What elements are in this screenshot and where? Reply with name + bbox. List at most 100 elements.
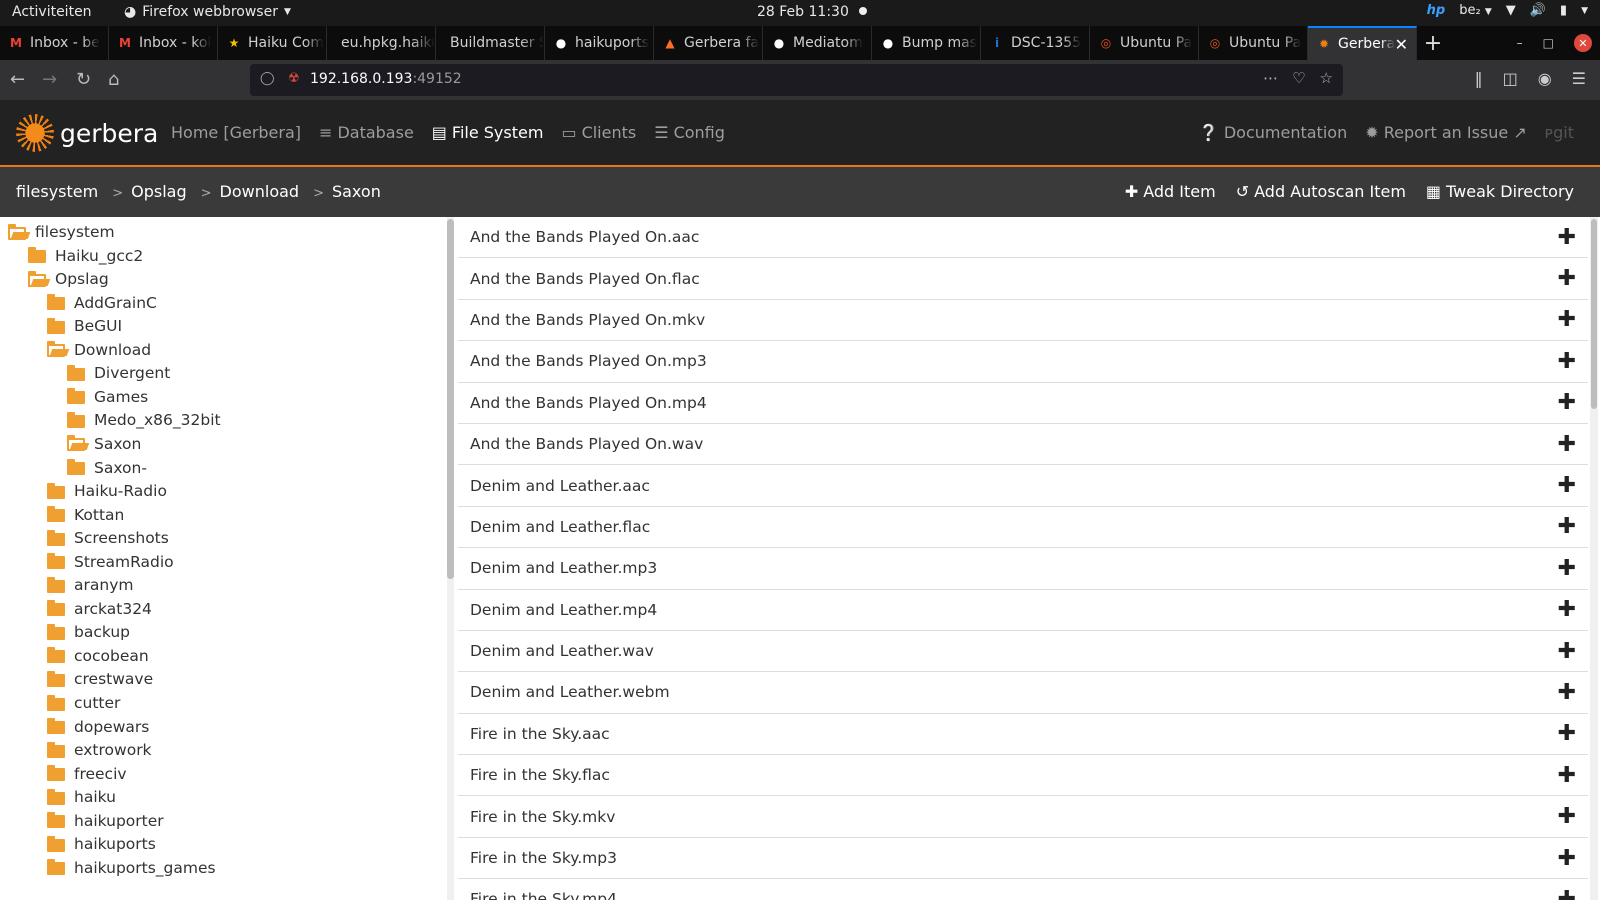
tree-node[interactable]: backup [47, 620, 130, 644]
browser-tab[interactable]: ◎ Ubuntu Pa [1090, 26, 1199, 60]
tree-node[interactable]: arckat324 [47, 597, 152, 621]
tree-node[interactable]: Haiku_gcc2 [28, 244, 143, 268]
back-button[interactable]: ← [10, 69, 25, 90]
activities-button[interactable]: Activiteiten [12, 4, 92, 20]
file-row[interactable]: Fire in the Sky.mp3 ✚ [458, 838, 1588, 880]
tree-node[interactable]: StreamRadio [47, 550, 174, 574]
browser-tab[interactable]: ✹ Gerbera ✕ [1308, 26, 1417, 60]
tree-node[interactable]: Haiku-Radio [47, 479, 167, 503]
browser-tab[interactable]: eu.hpkg.haiku [327, 26, 436, 60]
tree-scrollbar[interactable] [447, 217, 454, 900]
menu-item[interactable]: ≡ Database [319, 123, 414, 142]
app-menu[interactable]: ◕ Firefox webbrowser ▼ [124, 4, 291, 20]
browser-tab[interactable]: ◎ Ubuntu Pa [1199, 26, 1308, 60]
pocket-icon[interactable]: ♡ [1292, 69, 1305, 87]
menu-item[interactable]: Home [Gerbera] [171, 123, 301, 142]
tree-node[interactable]: aranym [47, 573, 133, 597]
file-row[interactable]: Fire in the Sky.mkv ✚ [458, 796, 1588, 838]
add-file-plus-icon[interactable]: ✚ [1558, 846, 1576, 871]
file-list-scrollbar[interactable] [1590, 217, 1598, 900]
add-file-plus-icon[interactable]: ✚ [1558, 390, 1576, 415]
tree-node[interactable]: Saxon- [67, 456, 147, 480]
file-list-scrollbar-thumb[interactable] [1591, 219, 1597, 409]
file-row[interactable]: And the Bands Played On.mp3 ✚ [458, 341, 1588, 383]
browser-tab[interactable]: ● Mediatom [763, 26, 872, 60]
hp-icon[interactable]: hp [1427, 3, 1446, 18]
file-row[interactable]: Denim and Leather.aac ✚ [458, 465, 1588, 507]
tree-node[interactable]: AddGrainC [47, 291, 157, 315]
close-icon[interactable]: ✕ [1395, 35, 1408, 54]
add-file-plus-icon[interactable]: ✚ [1558, 556, 1576, 581]
gerbera-logo[interactable]: gerbera [16, 114, 158, 152]
library-icon[interactable]: ‖ [1475, 69, 1483, 88]
file-row[interactable]: And the Bands Played On.mp4 ✚ [458, 383, 1588, 424]
page-actions-icon[interactable]: ⋯ [1263, 69, 1278, 87]
tree-node[interactable]: haikuports [47, 832, 156, 856]
menu-item[interactable]: ▤ File System [432, 123, 544, 142]
reload-button[interactable]: ↻ [76, 69, 91, 90]
browser-tab[interactable]: ★ Haiku Com [218, 26, 327, 60]
tree-node[interactable]: extrowork [47, 738, 152, 762]
minimize-button[interactable]: – [1517, 36, 1523, 50]
tree-node[interactable]: haikuporter [47, 809, 164, 833]
tree-node[interactable]: haiku [47, 785, 116, 809]
report-issue-link[interactable]: ✹ Report an Issue ↗ [1365, 123, 1527, 142]
browser-tab[interactable]: M Inbox - kol [109, 26, 218, 60]
url-bar[interactable]: ◯ ☢ 192.168.0.193:49152 ⋯ ♡ ☆ [250, 64, 1343, 96]
add-file-plus-icon[interactable]: ✚ [1558, 225, 1576, 250]
browser-tab[interactable]: ● haikuports [545, 26, 654, 60]
add-autoscan-button[interactable]: ↺ Add Autoscan Item [1236, 182, 1406, 201]
add-file-plus-icon[interactable]: ✚ [1558, 639, 1576, 664]
file-row[interactable]: And the Bands Played On.wav ✚ [458, 424, 1588, 466]
tree-node[interactable]: filesystem [8, 220, 115, 244]
add-file-plus-icon[interactable]: ✚ [1558, 680, 1576, 705]
tree-node[interactable]: Opslag [28, 267, 109, 291]
add-file-plus-icon[interactable]: ✚ [1558, 887, 1576, 900]
tree-node[interactable]: haikuports_games [47, 856, 216, 880]
file-row[interactable]: Denim and Leather.webm ✚ [458, 672, 1588, 714]
tree-node[interactable]: cocobean [47, 644, 149, 668]
tree-scrollbar-thumb[interactable] [447, 219, 454, 579]
maximize-button[interactable]: □ [1543, 36, 1554, 50]
add-item-button[interactable]: ✚ Add Item [1125, 182, 1216, 201]
browser-tab[interactable]: i DSC-1355 [981, 26, 1090, 60]
breadcrumb-item[interactable]: Saxon [299, 182, 381, 201]
menu-item[interactable]: ▭ Clients [561, 123, 636, 142]
keyboard-layout[interactable]: be₂ ▼ [1459, 3, 1492, 18]
hamburger-menu-icon[interactable]: ☰ [1572, 69, 1586, 88]
browser-tab[interactable]: M Inbox - be [0, 26, 109, 60]
file-row[interactable]: Denim and Leather.flac ✚ [458, 507, 1588, 549]
file-row[interactable]: Denim and Leather.mp4 ✚ [458, 590, 1588, 631]
tree-node[interactable]: cutter [47, 691, 120, 715]
close-window-button[interactable]: ✕ [1574, 34, 1592, 52]
documentation-link[interactable]: ❔ Documentation [1199, 123, 1347, 142]
menu-item[interactable]: ☰ Config [654, 123, 725, 142]
add-file-plus-icon[interactable]: ✚ [1558, 307, 1576, 332]
insecure-lock-icon[interactable]: ☢ [288, 71, 300, 86]
add-file-plus-icon[interactable]: ✚ [1558, 514, 1576, 539]
tree-node[interactable]: dopewars [47, 715, 149, 739]
tree-node[interactable]: Games [67, 385, 148, 409]
tree-node[interactable]: crestwave [47, 667, 153, 691]
add-file-plus-icon[interactable]: ✚ [1558, 597, 1576, 622]
tree-node[interactable]: Saxon [67, 432, 141, 456]
file-row[interactable]: Fire in the Sky.flac ✚ [458, 755, 1588, 797]
tweak-directory-button[interactable]: ▦ Tweak Directory [1426, 182, 1574, 201]
breadcrumb-item[interactable]: Download [187, 182, 300, 201]
tree-node[interactable]: BeGUI [47, 314, 122, 338]
add-file-plus-icon[interactable]: ✚ [1558, 266, 1576, 291]
add-file-plus-icon[interactable]: ✚ [1558, 473, 1576, 498]
tree-node[interactable]: Download [47, 338, 151, 362]
shield-icon[interactable]: ◯ [260, 71, 275, 86]
file-row[interactable]: Fire in the Sky.mp4 ✚ [458, 879, 1588, 900]
tree-node[interactable]: Divergent [67, 361, 170, 385]
tree-node[interactable]: freeciv [47, 762, 127, 786]
home-button[interactable]: ⌂ [108, 69, 119, 90]
add-file-plus-icon[interactable]: ✚ [1558, 721, 1576, 746]
add-file-plus-icon[interactable]: ✚ [1558, 804, 1576, 829]
file-row[interactable]: Fire in the Sky.aac ✚ [458, 714, 1588, 756]
file-row[interactable]: And the Bands Played On.aac ✚ [458, 217, 1588, 259]
bookmark-star-icon[interactable]: ☆ [1320, 69, 1333, 87]
file-row[interactable]: Denim and Leather.mp3 ✚ [458, 548, 1588, 590]
sidebar-icon[interactable]: ◫ [1503, 69, 1518, 88]
